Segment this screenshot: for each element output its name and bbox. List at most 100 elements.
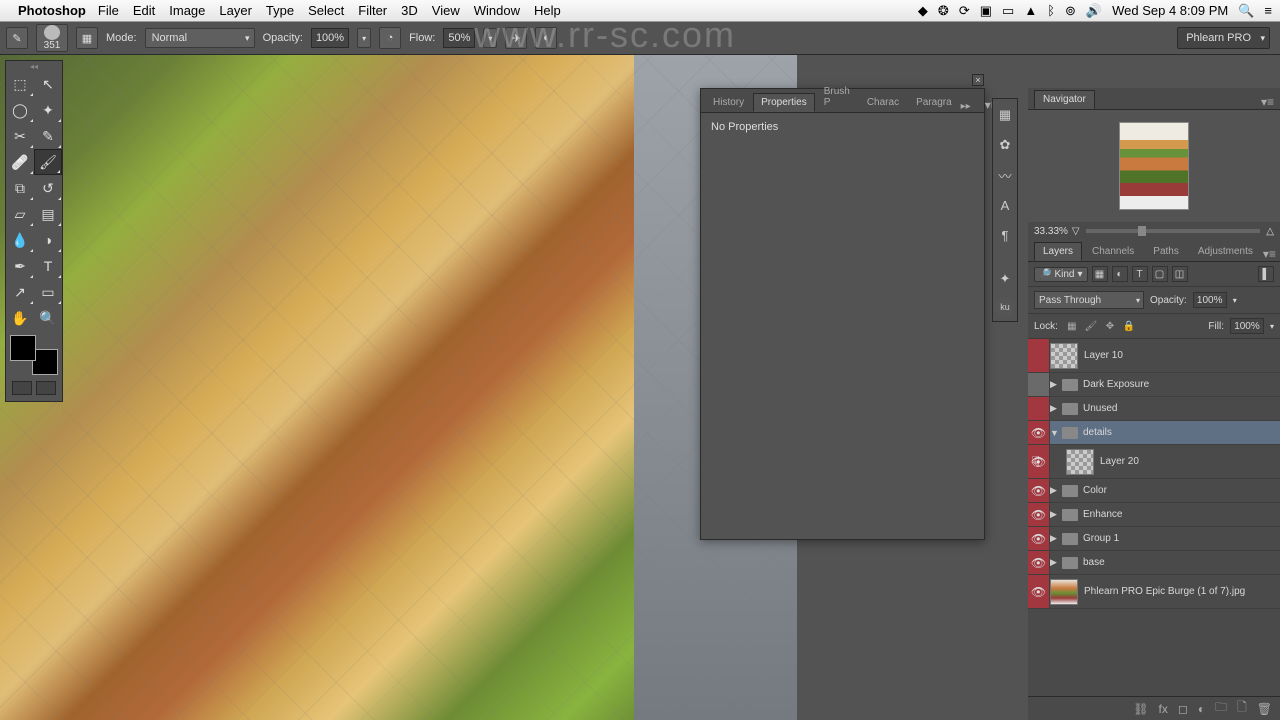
artboard-tool[interactable]: ↖	[34, 71, 62, 97]
tab-properties[interactable]: Properties	[753, 93, 815, 112]
document-canvas[interactable]	[0, 55, 797, 720]
strip-icon-paragraph[interactable]: ¶	[993, 223, 1017, 247]
layer-visibility-toggle[interactable]	[1028, 373, 1050, 396]
color-swatches[interactable]	[6, 331, 62, 379]
pressure-opacity-button[interactable]: ◔	[379, 27, 401, 49]
history-brush-tool[interactable]: ↺	[34, 175, 62, 201]
menubar-clock[interactable]: Wed Sep 4 8:09 PM	[1112, 3, 1228, 18]
fill-flyout[interactable]: ▾	[1270, 322, 1274, 331]
strip-icon-kuler[interactable]: ku	[995, 297, 1015, 317]
layer-name[interactable]: Unused	[1083, 403, 1280, 414]
filter-toggle-switch[interactable]: ▌	[1258, 266, 1274, 282]
pen-tool[interactable]: ✒	[6, 253, 34, 279]
menu-help[interactable]: Help	[534, 3, 561, 18]
healing-brush-tool[interactable]: 🩹	[6, 149, 34, 175]
menubar-wifi-icon[interactable]: ⊚	[1065, 3, 1076, 19]
layer-visibility-toggle[interactable]: 👁	[1028, 503, 1050, 526]
screen-mode-toggle[interactable]	[36, 381, 56, 395]
layer-visibility-toggle[interactable]: 👁	[1028, 527, 1050, 550]
menubar-screen-icon[interactable]: ▭	[1002, 3, 1014, 19]
strip-icon-styles[interactable]: ✦	[993, 267, 1017, 291]
delete-layer-icon[interactable]: 🗑	[1257, 702, 1272, 716]
tab-adjustments[interactable]: Adjustments	[1189, 242, 1262, 261]
layer-visibility-toggle[interactable]: 👁	[1028, 421, 1050, 444]
quick-mask-toggle[interactable]	[12, 381, 32, 395]
layer-name[interactable]: Layer 10	[1084, 350, 1280, 361]
strip-icon-brush[interactable]: ▦	[993, 103, 1017, 127]
layer-thumbnail[interactable]	[1066, 449, 1094, 475]
layer-thumbnail[interactable]	[1050, 579, 1078, 605]
menu-layer[interactable]: Layer	[219, 3, 252, 18]
strip-icon-adjust[interactable]: 〰	[993, 163, 1017, 187]
brush-preset-picker[interactable]: 351	[36, 24, 68, 52]
disclosure-arrow[interactable]: ▶	[1050, 557, 1062, 568]
disclosure-arrow[interactable]: ▼	[1050, 428, 1062, 438]
disclosure-arrow[interactable]: ▶	[1050, 485, 1062, 496]
link-layers-icon[interactable]: ⛓	[1133, 702, 1148, 716]
panel-collapse-icon[interactable]: ▸▸	[961, 101, 971, 112]
layer-visibility-toggle[interactable]	[1028, 339, 1050, 372]
strip-icon-character[interactable]: A	[993, 193, 1017, 217]
filter-type-icon[interactable]: T	[1132, 266, 1148, 282]
tab-history[interactable]: History	[705, 93, 752, 112]
lock-position-icon[interactable]: ✥	[1102, 318, 1118, 334]
menubar-dropbox-icon[interactable]: ◆	[918, 3, 928, 19]
menubar-notifications-icon[interactable]: ≡	[1264, 3, 1272, 18]
menu-file[interactable]: File	[98, 3, 119, 18]
navigator-thumbnail[interactable]	[1119, 122, 1189, 210]
shape-tool[interactable]: ▭	[34, 279, 62, 305]
layer-name[interactable]: Dark Exposure	[1083, 379, 1280, 390]
navigator-zoom-value[interactable]: 33.33%	[1034, 226, 1068, 237]
opacity-dropdown[interactable]: ▾	[357, 28, 371, 48]
layer-name[interactable]: Group 1	[1083, 533, 1280, 544]
dodge-tool[interactable]: ◑	[34, 227, 62, 253]
app-name-menu[interactable]: Photoshop	[18, 3, 86, 18]
layer-style-icon[interactable]: fx	[1159, 702, 1168, 716]
layer-visibility-toggle[interactable]: 👁	[1028, 575, 1050, 608]
menu-3d[interactable]: 3D	[401, 3, 418, 18]
layer-name[interactable]: Layer 20	[1100, 456, 1280, 467]
filter-shape-icon[interactable]: ▢	[1152, 266, 1168, 282]
foreground-color[interactable]	[10, 335, 36, 361]
move-tool[interactable]: ⬚	[6, 71, 34, 97]
layer-name[interactable]: base	[1083, 557, 1280, 568]
layer-name[interactable]: Enhance	[1083, 509, 1280, 520]
disclosure-arrow[interactable]: ▶	[1050, 533, 1062, 544]
menu-window[interactable]: Window	[474, 3, 520, 18]
panel-close-button[interactable]: ×	[972, 74, 984, 86]
layer-row[interactable]: ▶Dark Exposure	[1028, 373, 1280, 397]
layer-row[interactable]: 👁▶Color	[1028, 479, 1280, 503]
strip-icon-brushes[interactable]: ✿	[993, 133, 1017, 157]
disclosure-arrow[interactable]: ▶	[1050, 403, 1062, 414]
navigator-body[interactable]	[1028, 110, 1280, 222]
layer-name[interactable]: Color	[1083, 485, 1280, 496]
zoom-out-icon[interactable]: ▽	[1072, 226, 1080, 237]
layer-row[interactable]: ▶ Unused	[1028, 397, 1280, 421]
menubar-display-icon[interactable]: ▣	[980, 3, 992, 19]
layer-name[interactable]: details	[1083, 427, 1280, 438]
filter-pixel-icon[interactable]: ▦	[1092, 266, 1108, 282]
opacity-input[interactable]: 100%	[311, 28, 349, 48]
new-layer-icon[interactable]: 🗋	[1237, 698, 1247, 719]
gradient-tool[interactable]: ▤	[34, 201, 62, 227]
layer-blend-mode[interactable]: Pass Through	[1034, 291, 1144, 309]
tab-layers[interactable]: Layers	[1034, 242, 1082, 261]
tab-paragraph[interactable]: Paragra	[908, 93, 960, 112]
layer-row[interactable]: 👁Phlearn PRO Epic Burge (1 of 7).jpg	[1028, 575, 1280, 609]
lasso-tool[interactable]: ◯	[6, 97, 34, 123]
tool-preset-button[interactable]: ✎	[6, 27, 28, 49]
filter-smart-icon[interactable]: ◫	[1172, 266, 1188, 282]
menubar-eject-icon[interactable]: ▲	[1024, 3, 1037, 18]
eyedropper-tool[interactable]: ✎	[34, 123, 62, 149]
tab-channels[interactable]: Channels	[1083, 242, 1143, 261]
lock-all-icon[interactable]: 🔒	[1121, 318, 1137, 334]
layer-fill-input[interactable]: 100%	[1230, 318, 1264, 334]
layers-menu-icon[interactable]: ▾≡	[1263, 247, 1276, 261]
layer-row[interactable]: 👁▶Enhance	[1028, 503, 1280, 527]
clone-stamp-tool[interactable]: ⧉	[6, 175, 34, 201]
brush-tool[interactable]: 🖌	[34, 149, 62, 175]
menubar-sync-icon[interactable]: ⟳	[959, 3, 970, 19]
menu-edit[interactable]: Edit	[133, 3, 155, 18]
toolbox-collapse[interactable]: ◂◂	[6, 61, 62, 71]
layer-row[interactable]: 👁▼ details	[1028, 421, 1280, 445]
